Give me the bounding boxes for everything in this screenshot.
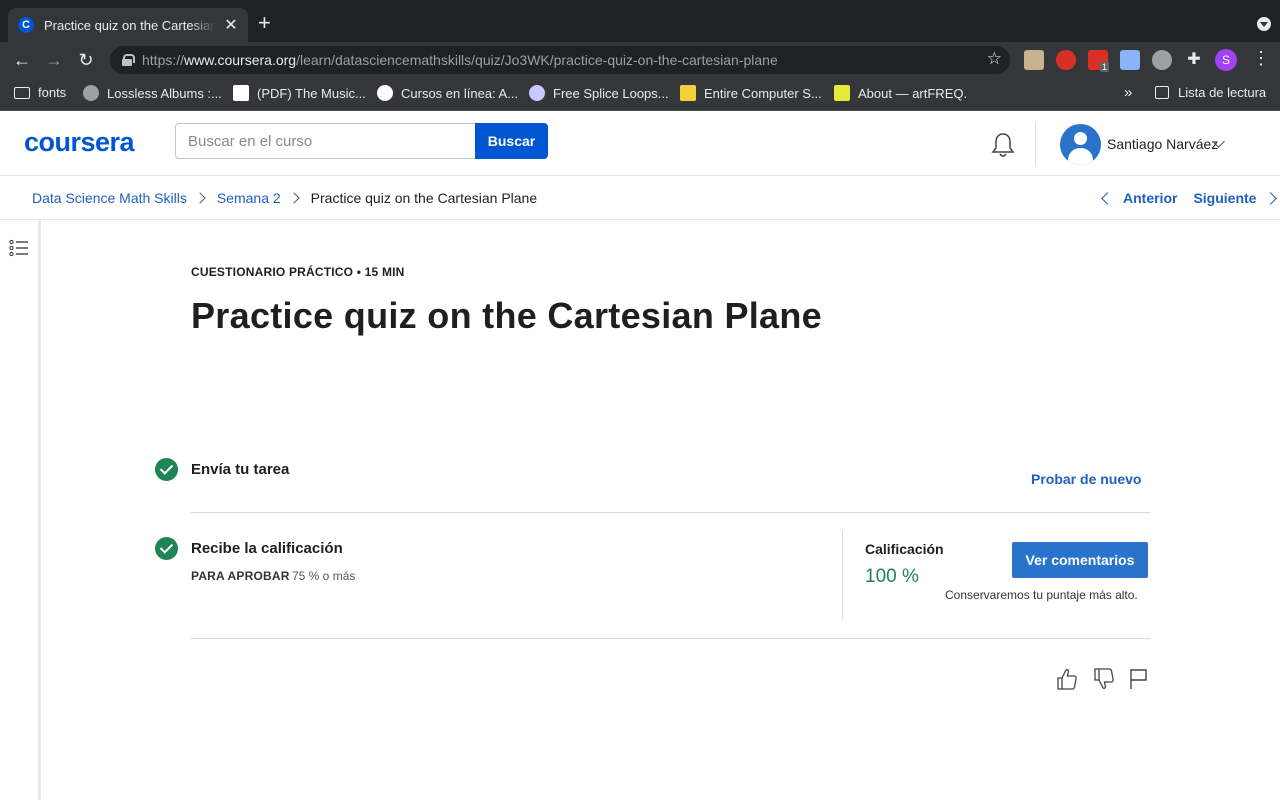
bookmark-fonts[interactable]: fonts	[14, 85, 66, 100]
globe-icon	[83, 85, 99, 101]
view-feedback-button[interactable]: Ver comentarios	[1012, 542, 1148, 578]
coursera-favicon-icon: C	[18, 17, 34, 33]
bookmark-star-icon[interactable]: ☆	[987, 49, 1002, 69]
divider	[191, 638, 1151, 639]
udemy-icon	[377, 85, 393, 101]
search-button[interactable]: Buscar	[475, 123, 548, 159]
check-circle-icon	[155, 537, 178, 560]
url-text: https://www.coursera.org/learn/datascien…	[142, 52, 778, 68]
browser-tab[interactable]: C Practice quiz on the Cartesian Plane ✕	[8, 8, 248, 42]
bookmark-cursos[interactable]: Cursos en línea: A...	[377, 85, 518, 101]
lock-icon	[122, 54, 135, 66]
profile-avatar[interactable]: S	[1215, 49, 1237, 71]
chevron-right-icon	[194, 192, 206, 204]
receive-grade-label: Recibe la calificación	[191, 540, 343, 557]
chevron-left-icon[interactable]	[1101, 191, 1114, 205]
breadcrumb: Data Science Math Skills Semana 2 Practi…	[32, 190, 537, 206]
puzzle-icon[interactable]: ✚	[1184, 50, 1204, 70]
bell-icon[interactable]	[990, 131, 1016, 159]
tab-search-icon[interactable]	[1257, 17, 1271, 31]
extension-badge-count: 1	[1100, 62, 1110, 72]
bookmark-splice[interactable]: Free Splice Loops...	[529, 85, 669, 101]
bookmark-artfreq[interactable]: About — artFREQ.	[834, 85, 967, 101]
breadcrumb-week[interactable]: Semana 2	[217, 190, 281, 206]
search-input[interactable]	[175, 123, 475, 159]
thumbs-up-icon[interactable]	[1056, 667, 1078, 691]
thumbs-down-icon[interactable]	[1093, 667, 1115, 691]
user-name[interactable]: Santiago Narváez	[1107, 136, 1218, 152]
folder-icon	[14, 86, 30, 99]
check-circle-icon	[155, 458, 178, 481]
page-title: Practice quiz on the Cartesian Plane	[191, 295, 822, 336]
side-rail	[0, 220, 41, 800]
forward-icon[interactable]: →	[42, 48, 66, 72]
bookmark-pdf-music[interactable]: (PDF) The Music...	[233, 85, 366, 101]
bookmark-entire-computer[interactable]: Entire Computer S...	[680, 85, 822, 101]
extension-icon[interactable]	[1024, 50, 1044, 70]
grade-label: Calificación	[865, 541, 944, 557]
browser-tab-strip: C Practice quiz on the Cartesian Plane ✕…	[0, 0, 1280, 42]
user-avatar[interactable]	[1060, 124, 1101, 165]
back-icon[interactable]: ←	[10, 48, 34, 72]
artfreq-icon	[834, 85, 850, 101]
extension-icon[interactable]	[1152, 50, 1172, 70]
grade-value: 100 %	[865, 566, 919, 587]
keep-highest-note: Conservaremos tu puntaje más alto.	[945, 588, 1138, 602]
quiz-meta: CUESTIONARIO PRÁCTICO • 15 MIN	[191, 265, 405, 279]
bookmarks-bar: fonts Lossless Albums :... (PDF) The Mus…	[0, 78, 1280, 111]
course-outline-icon[interactable]	[9, 239, 29, 257]
browser-toolbar: ← → ↻ https://www.coursera.org/learn/dat…	[0, 42, 1280, 78]
document-icon[interactable]	[1120, 50, 1140, 70]
reading-list-icon	[1155, 86, 1169, 99]
academia-icon	[233, 85, 249, 101]
vertical-divider	[842, 530, 843, 620]
chevron-right-icon[interactable]	[1264, 191, 1278, 205]
bookmark-lossless-albums[interactable]: Lossless Albums :...	[83, 85, 222, 101]
reload-icon[interactable]: ↻	[74, 48, 98, 72]
splice-icon	[529, 85, 545, 101]
pass-label: PARA APROBAR	[191, 569, 290, 583]
tab-title: Practice quiz on the Cartesian Plane	[44, 17, 216, 33]
close-tab-icon[interactable]: ✕	[224, 15, 238, 35]
header-divider	[1035, 123, 1036, 165]
breadcrumb-course[interactable]: Data Science Math Skills	[32, 190, 187, 206]
more-bookmarks-icon[interactable]: »	[1124, 84, 1132, 101]
retry-link[interactable]: Probar de nuevo	[1031, 471, 1141, 487]
breadcrumb-bar: Data Science Math Skills Semana 2 Practi…	[0, 176, 1280, 220]
prev-next-nav: Anterior Siguiente	[1100, 190, 1278, 206]
new-tab-icon[interactable]: +	[258, 12, 271, 34]
ml-icon	[680, 85, 696, 101]
breadcrumb-current: Practice quiz on the Cartesian Plane	[310, 190, 538, 206]
next-link[interactable]: Siguiente	[1193, 190, 1256, 206]
coursera-logo[interactable]: coursera	[24, 127, 135, 158]
flag-icon[interactable]	[1128, 667, 1150, 691]
address-bar[interactable]: https://www.coursera.org/learn/datascien…	[110, 46, 1010, 74]
menu-icon[interactable]: ⋮	[1252, 48, 1270, 69]
previous-link[interactable]: Anterior	[1123, 190, 1177, 206]
extension-badge-icon[interactable]: 1	[1088, 50, 1110, 72]
chevron-right-icon	[288, 192, 300, 204]
pass-value: 75 % o más	[292, 569, 356, 583]
reading-list[interactable]: Lista de lectura	[1155, 85, 1266, 100]
divider	[191, 512, 1151, 513]
site-header: coursera Buscar Santiago Narváez	[0, 111, 1280, 176]
adblock-icon[interactable]	[1056, 50, 1076, 70]
submit-step-label: Envía tu tarea	[191, 461, 290, 478]
